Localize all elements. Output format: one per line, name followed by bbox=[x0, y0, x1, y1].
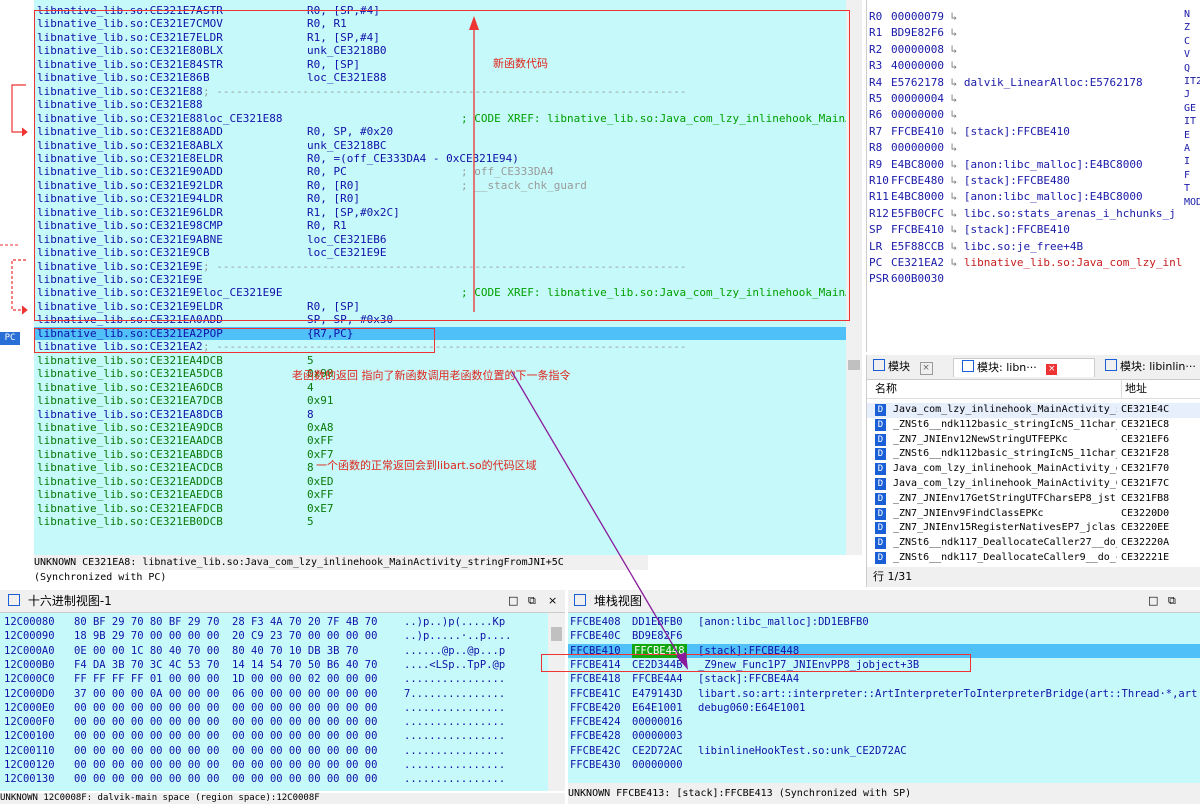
annotation-arrows bbox=[469, 16, 688, 670]
